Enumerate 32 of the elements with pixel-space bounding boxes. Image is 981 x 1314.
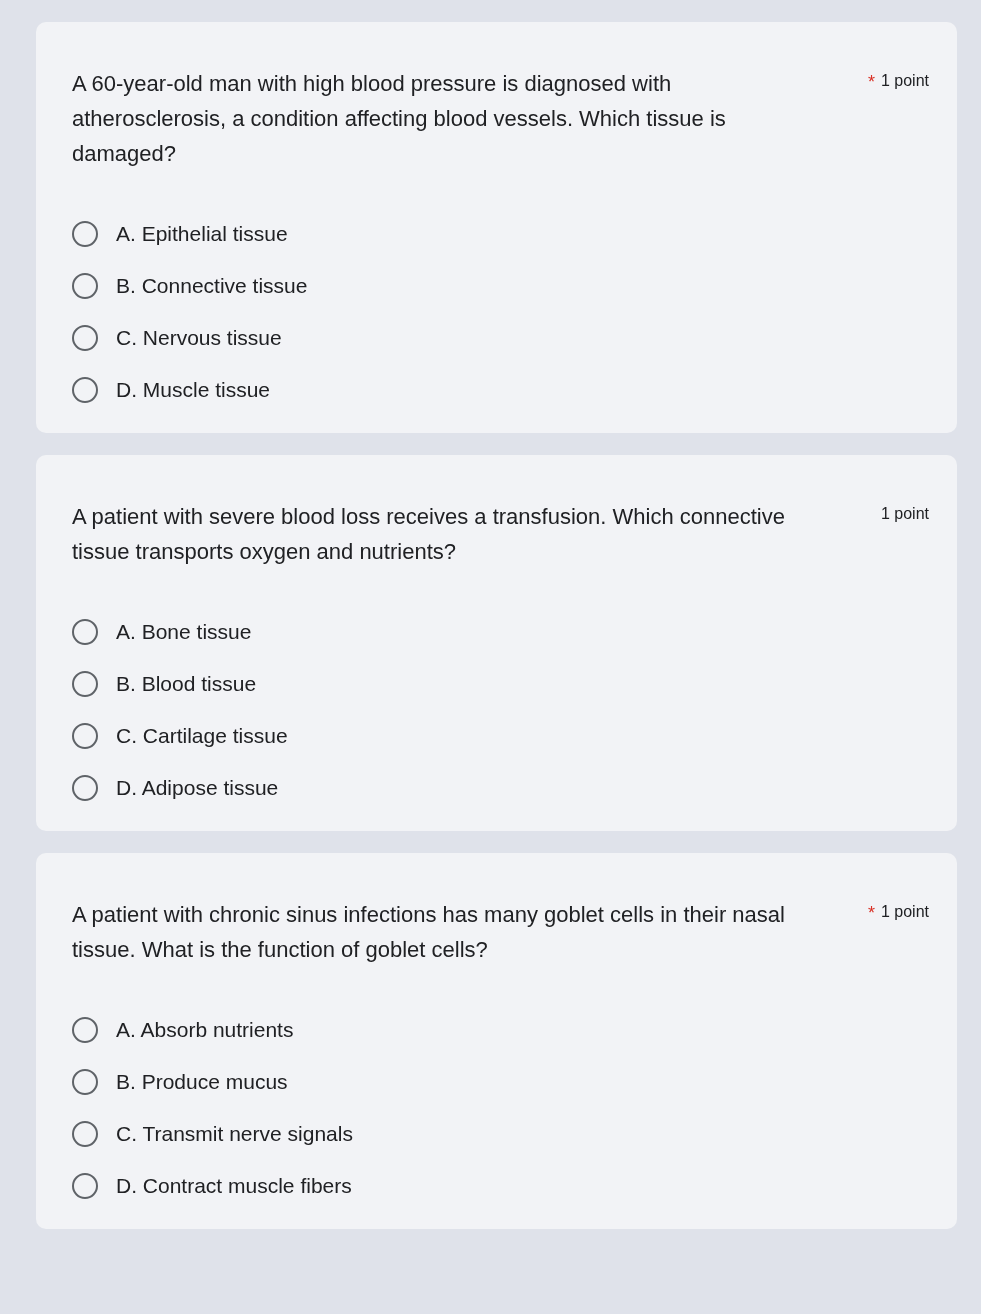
radio-button[interactable]: [72, 619, 98, 645]
radio-button[interactable]: [72, 221, 98, 247]
radio-button[interactable]: [72, 671, 98, 697]
option-label[interactable]: C. Transmit nerve signals: [116, 1122, 353, 1146]
question-text: A patient with chronic sinus infections has many goblet cells in their nasal tissue. What is the function of goblet cells?: [72, 901, 786, 964]
radio-button[interactable]: [72, 1069, 98, 1095]
question-text: A patient with severe blood loss receives a transfusion. Which connective tissue transports oxygen and nutrients?: [72, 503, 786, 566]
option-label[interactable]: B. Blood tissue: [116, 672, 257, 696]
points-label: 1 point: [880, 903, 929, 922]
radio-button[interactable]: [72, 723, 98, 749]
radio-button[interactable]: [72, 1017, 98, 1043]
option-label[interactable]: D. Adipose tissue: [116, 776, 279, 800]
option-label[interactable]: A. Absorb nutrients: [116, 1018, 294, 1042]
question-text: A 60-year-old man with high blood pressure is diagnosed with atherosclerosis, a condition affecting blood vessels. Which tissue is damaged?: [72, 70, 727, 168]
option-label[interactable]: B. Connective tissue: [116, 274, 308, 298]
radio-button[interactable]: [72, 325, 98, 351]
option-label[interactable]: D. Muscle tissue: [116, 378, 271, 402]
radio-button[interactable]: [72, 775, 98, 801]
radio-button[interactable]: [72, 273, 98, 299]
option-label[interactable]: C. Nervous tissue: [116, 326, 282, 350]
radio-button[interactable]: [72, 1121, 98, 1147]
option-label[interactable]: D. Contract muscle fibers: [116, 1174, 352, 1198]
option-label[interactable]: C. Cartilage tissue: [116, 724, 288, 748]
required-asterisk: *: [867, 72, 875, 93]
radio-button[interactable]: [72, 377, 98, 403]
required-asterisk: *: [867, 903, 875, 924]
points-label: 1 point: [880, 72, 929, 91]
option-label[interactable]: B. Produce mucus: [116, 1070, 288, 1094]
option-label[interactable]: A. Bone tissue: [116, 620, 252, 644]
radio-button[interactable]: [72, 1173, 98, 1199]
option-label[interactable]: A. Epithelial tissue: [116, 222, 288, 246]
points-label: 1 point: [880, 505, 929, 523]
